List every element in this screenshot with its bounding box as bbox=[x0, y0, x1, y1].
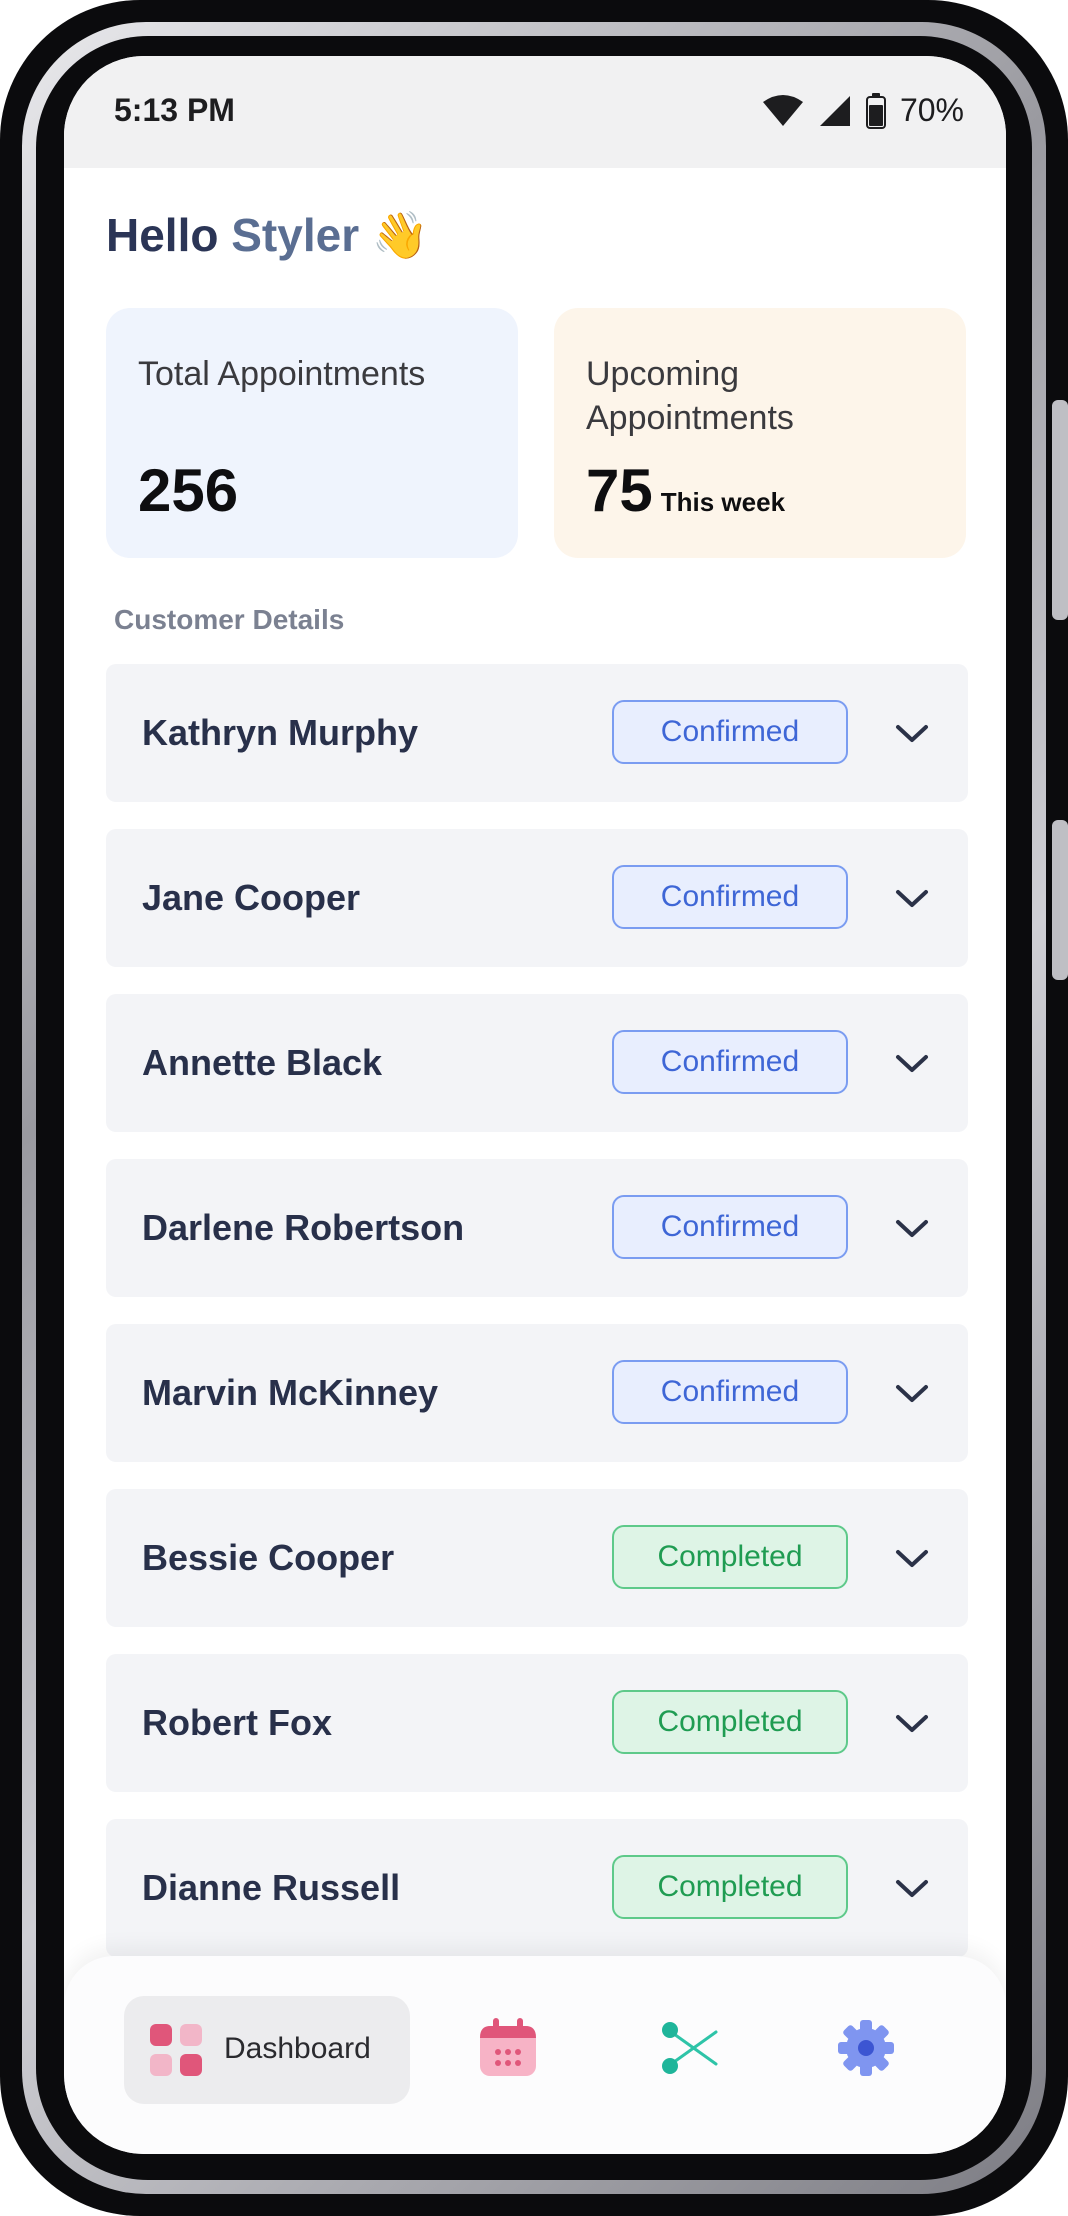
customer-name: Jane Cooper bbox=[142, 877, 361, 918]
nav-dashboard-label: Dashboard bbox=[224, 2032, 371, 2065]
customer-name: Robert Fox bbox=[142, 1702, 333, 1743]
chevron-down-icon[interactable] bbox=[892, 1209, 932, 1249]
app-screen: 5:13 PM 70% Hello Styler 👋 Total Appoint… bbox=[64, 56, 1006, 2154]
customer-row[interactable]: Marvin McKinney Confirmed bbox=[106, 1324, 968, 1462]
side-button-volume bbox=[1052, 400, 1068, 620]
customer-row[interactable]: Kathryn Murphy Confirmed bbox=[106, 664, 968, 802]
status-badge: Completed bbox=[612, 1690, 848, 1754]
upcoming-appointments-period: This week bbox=[660, 487, 786, 517]
greeting-heading: Hello Styler 👋 bbox=[106, 208, 429, 263]
chevron-down-icon[interactable] bbox=[892, 1044, 932, 1084]
customer-name: Annette Black bbox=[142, 1042, 383, 1083]
chevron-down-icon[interactable] bbox=[892, 879, 932, 919]
status-badge: Confirmed bbox=[612, 865, 848, 929]
status-icons: 70% bbox=[762, 92, 964, 129]
customer-row[interactable]: Bessie Cooper Completed bbox=[106, 1489, 968, 1627]
scissors-icon[interactable] bbox=[658, 2016, 722, 2080]
status-time: 5:13 PM bbox=[114, 92, 235, 128]
upcoming-appointments-value-wrap: 75 This week bbox=[586, 456, 785, 525]
customer-name: Dianne Russell bbox=[142, 1867, 401, 1908]
status-badge: Confirmed bbox=[612, 1360, 848, 1424]
customer-details-title: Customer Details bbox=[114, 604, 345, 635]
calendar-icon[interactable] bbox=[476, 2016, 540, 2080]
phone-frame: 5:13 PM 70% Hello Styler 👋 Total Appoint… bbox=[0, 0, 1068, 2216]
total-appointments-card[interactable]: Total Appointments 256 bbox=[106, 308, 518, 558]
status-badge: Confirmed bbox=[612, 700, 848, 764]
dashboard-icon bbox=[150, 2024, 202, 2076]
customer-name: Darlene Robertson bbox=[142, 1207, 465, 1248]
customer-row[interactable]: Darlene Robertson Confirmed bbox=[106, 1159, 968, 1297]
customer-name: Marvin McKinney bbox=[142, 1372, 439, 1413]
battery-icon bbox=[865, 92, 886, 129]
gear-icon[interactable] bbox=[834, 2016, 898, 2080]
total-appointments-label: Total Appointments bbox=[138, 355, 426, 393]
chevron-down-icon[interactable] bbox=[892, 714, 932, 754]
chevron-down-icon[interactable] bbox=[892, 1539, 932, 1579]
signal-icon bbox=[819, 95, 850, 126]
upcoming-appointments-value: 75 bbox=[586, 457, 653, 524]
status-badge: Completed bbox=[612, 1855, 848, 1919]
wifi-icon bbox=[762, 94, 803, 126]
wave-emoji-icon: 👋 bbox=[371, 209, 430, 261]
status-badge: Confirmed bbox=[612, 1030, 848, 1094]
bottom-nav: Dashboard bbox=[64, 1956, 1006, 2154]
customer-row[interactable]: Annette Black Confirmed bbox=[106, 994, 968, 1132]
side-button-power bbox=[1052, 820, 1068, 980]
status-badge: Confirmed bbox=[612, 1195, 848, 1259]
greeting-hello: Hello bbox=[106, 209, 219, 261]
customer-row[interactable]: Dianne Russell Completed bbox=[106, 1819, 968, 1957]
total-appointments-value: 256 bbox=[138, 457, 239, 524]
nav-dashboard-button[interactable]: Dashboard bbox=[124, 1996, 410, 2104]
battery-percent: 70% bbox=[899, 92, 964, 128]
customer-row[interactable]: Jane Cooper Confirmed bbox=[106, 829, 968, 967]
greeting-name: Styler bbox=[231, 209, 360, 261]
customer-name: Bessie Cooper bbox=[142, 1537, 395, 1578]
customer-row[interactable]: Robert Fox Completed bbox=[106, 1654, 968, 1792]
chevron-down-icon[interactable] bbox=[892, 1374, 932, 1414]
status-badge: Completed bbox=[612, 1525, 848, 1589]
status-bar: 5:13 PM 70% bbox=[64, 56, 1006, 168]
customer-name: Kathryn Murphy bbox=[142, 712, 419, 753]
chevron-down-icon[interactable] bbox=[892, 1869, 932, 1909]
chevron-down-icon[interactable] bbox=[892, 1704, 932, 1744]
upcoming-appointments-card[interactable]: Upcoming Appointments 75 This week bbox=[554, 308, 966, 558]
upcoming-appointments-label: Upcoming Appointments bbox=[586, 355, 794, 437]
